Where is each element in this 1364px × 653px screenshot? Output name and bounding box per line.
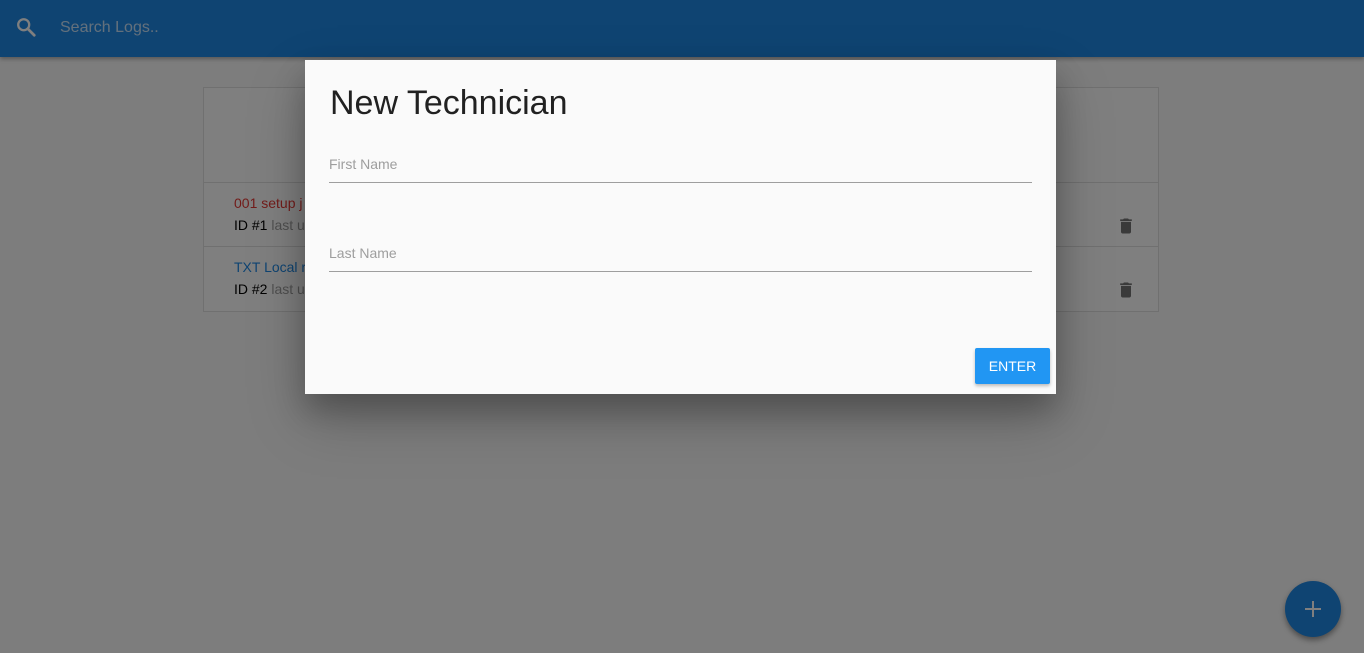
- new-technician-modal: New Technician First Name Last Name ENTE…: [305, 60, 1056, 394]
- last-name-field[interactable]: Last Name: [329, 237, 1036, 273]
- last-name-input[interactable]: [329, 237, 1036, 273]
- first-name-input[interactable]: [329, 148, 1036, 184]
- modal-title: New Technician: [330, 84, 568, 122]
- first-name-field[interactable]: First Name: [329, 148, 1036, 184]
- enter-button[interactable]: ENTER: [975, 348, 1050, 384]
